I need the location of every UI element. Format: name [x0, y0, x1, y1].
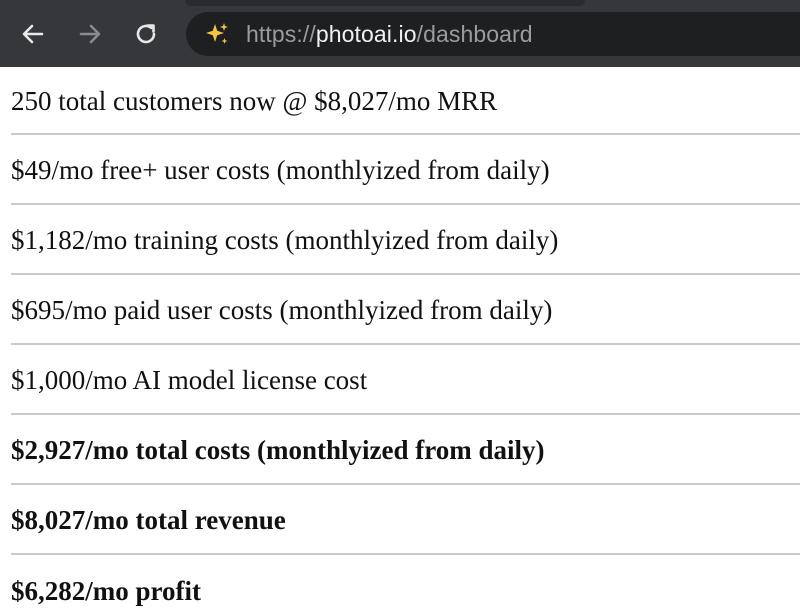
browser-toolbar: https://photoai.io/dashboard: [0, 0, 800, 67]
total-costs-row: $2,927/mo total costs (monthlyized from …: [11, 415, 800, 485]
dashboard-content: 250 total customers now @ $8,027/mo MRR …: [0, 67, 800, 616]
url-text[interactable]: https://photoai.io/dashboard: [246, 21, 533, 48]
total-revenue-row: $8,027/mo total revenue: [11, 485, 800, 555]
address-bar[interactable]: https://photoai.io/dashboard: [186, 12, 800, 56]
url-scheme: https://: [246, 20, 316, 47]
profit-row: $6,282/mo profit: [11, 575, 201, 606]
arrow-left-icon: [22, 24, 44, 44]
tab-strip-edge: [185, 0, 585, 6]
forward-button[interactable]: [70, 14, 110, 54]
training-costs-row: $1,182/mo training costs (monthlyized fr…: [11, 205, 800, 275]
reload-icon: [136, 24, 156, 44]
arrow-right-icon: [79, 24, 101, 44]
site-info-button[interactable]: [204, 21, 230, 47]
free-user-costs-row: $49/mo free+ user costs (monthlyized fro…: [11, 135, 800, 205]
back-button[interactable]: [13, 14, 53, 54]
paid-user-costs-row: $695/mo paid user costs (monthlyized fro…: [11, 275, 800, 345]
sparkles-icon: [206, 23, 228, 44]
url-host: photoai.io: [315, 20, 417, 47]
customers-mrr-row: 250 total customers now @ $8,027/mo MRR: [11, 67, 800, 135]
reload-button[interactable]: [126, 14, 166, 54]
url-path: /dashboard: [416, 20, 533, 47]
ai-license-cost-row: $1,000/mo AI model license cost: [11, 345, 800, 415]
